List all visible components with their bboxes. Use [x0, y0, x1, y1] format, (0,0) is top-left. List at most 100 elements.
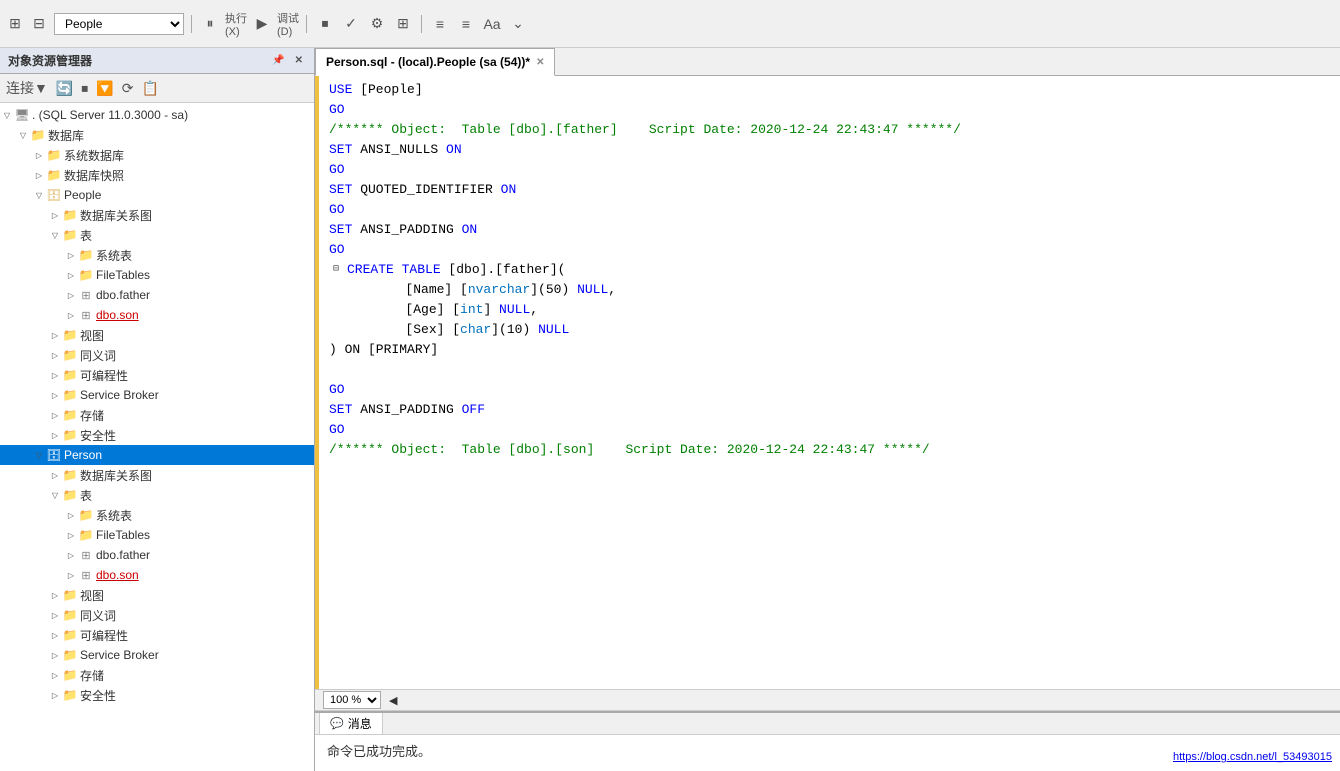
panel-close-icon[interactable]: ✕ — [292, 54, 306, 67]
tree-node-person-filetables[interactable]: ▷ 📁 FileTables — [0, 525, 314, 545]
tree-node-people-prog[interactable]: ▷ 📁 可编程性 — [0, 365, 314, 385]
collapse-marker[interactable]: ⊟ — [329, 260, 343, 280]
format-icon[interactable]: ≡ — [455, 13, 477, 35]
person-prog-expander[interactable]: ▷ — [48, 628, 62, 642]
properties-icon[interactable]: 📋 — [139, 78, 160, 99]
connect-button[interactable]: 连接▼ — [4, 76, 50, 100]
people-prog-icon: 📁 — [62, 367, 78, 383]
tab-close-button[interactable]: ✕ — [536, 57, 544, 68]
tree-node-person-prog[interactable]: ▷ 📁 可编程性 — [0, 625, 314, 645]
tree-node-person-views[interactable]: ▷ 📁 视图 — [0, 585, 314, 605]
person-filetables-expander[interactable]: ▷ — [64, 528, 78, 542]
snapshots-expander[interactable]: ▷ — [32, 168, 46, 182]
sys-dbs-expander[interactable]: ▷ — [32, 148, 46, 162]
people-father-expander[interactable]: ▷ — [64, 288, 78, 302]
tree-node-people-synonyms[interactable]: ▷ 📁 同义词 — [0, 345, 314, 365]
tree-node-snapshots[interactable]: ▷ 📁 数据库快照 — [0, 165, 314, 185]
tree-node-person-security[interactable]: ▷ 📁 安全性 — [0, 685, 314, 705]
debug-label[interactable]: 调试(D) — [277, 13, 299, 35]
person-son-expander[interactable]: ▷ — [64, 568, 78, 582]
tree-node-people-sys-tables[interactable]: ▷ 📁 系统表 — [0, 245, 314, 265]
pin-icon[interactable]: 📌 — [269, 54, 287, 67]
person-security-expander[interactable]: ▷ — [48, 688, 62, 702]
filter-icon[interactable]: 🔽 — [94, 78, 115, 99]
sync-icon[interactable]: ⟳ — [120, 78, 136, 99]
databases-folder-icon: 📁 — [30, 127, 46, 143]
tree-node-people-diagrams[interactable]: ▷ 📁 数据库关系图 — [0, 205, 314, 225]
databases-expander[interactable]: ▽ — [16, 128, 30, 142]
icon1[interactable]: ⊞ — [4, 13, 26, 35]
tree-node-people-broker[interactable]: ▷ 📁 Service Broker — [0, 385, 314, 405]
check-icon[interactable]: ✓ — [340, 13, 362, 35]
tree-node-people-filetables[interactable]: ▷ 📁 FileTables — [0, 265, 314, 285]
people-son-expander[interactable]: ▷ — [64, 308, 78, 322]
zoom-select[interactable]: 100 % — [323, 691, 381, 709]
people-prog-expander[interactable]: ▷ — [48, 368, 62, 382]
sql-editor[interactable]: USE [People] GO /****** Object: Table [d… — [315, 76, 1340, 689]
tab-title: Person.sql - (local).People (sa (54))* — [326, 55, 530, 69]
tree-node-person-tables[interactable]: ▽ 📁 表 — [0, 485, 314, 505]
people-tables-expander[interactable]: ▽ — [48, 228, 62, 242]
tree-node-person-db[interactable]: ▽ 🗄 Person — [0, 445, 314, 465]
tree-node-people-tables[interactable]: ▽ 📁 表 — [0, 225, 314, 245]
parse-icon[interactable]: ⚙ — [366, 13, 388, 35]
root-label: . (SQL Server 11.0.3000 - sa) — [32, 108, 188, 122]
database-selector[interactable]: People — [54, 13, 184, 35]
tree-node-person-diagrams[interactable]: ▷ 📁 数据库关系图 — [0, 465, 314, 485]
refresh-icon[interactable]: 🔄 — [54, 78, 75, 99]
people-filetables-expander[interactable]: ▷ — [64, 268, 78, 282]
person-db-expander[interactable]: ▽ — [32, 448, 46, 462]
zoom-arrow[interactable]: ◀ — [389, 694, 397, 707]
down-icon[interactable]: ⌄ — [507, 13, 529, 35]
people-security-expander[interactable]: ▷ — [48, 428, 62, 442]
people-synonyms-expander[interactable]: ▷ — [48, 348, 62, 362]
root-expander[interactable]: ▽ — [0, 108, 14, 122]
sql-tab[interactable]: Person.sql - (local).People (sa (54))* ✕ — [315, 48, 555, 76]
tree-node-person-father[interactable]: ▷ ⊞ dbo.father — [0, 545, 314, 565]
server-icon: 🖥 — [14, 107, 30, 123]
person-sys-tables-icon: 📁 — [78, 507, 94, 523]
tree-node-sys-dbs[interactable]: ▷ 📁 系统数据库 — [0, 145, 314, 165]
person-father-expander[interactable]: ▷ — [64, 548, 78, 562]
people-views-expander[interactable]: ▷ — [48, 328, 62, 342]
people-tables-icon: 📁 — [62, 227, 78, 243]
tree-node-people-security[interactable]: ▷ 📁 安全性 — [0, 425, 314, 445]
tree-node-person-synonyms[interactable]: ▷ 📁 同义词 — [0, 605, 314, 625]
case-icon[interactable]: Aa — [481, 13, 503, 35]
stop-obj-icon[interactable]: ⏹ — [79, 78, 90, 99]
person-diagrams-expander[interactable]: ▷ — [48, 468, 62, 482]
person-views-expander[interactable]: ▷ — [48, 588, 62, 602]
tree-node-person-sys-tables[interactable]: ▷ 📁 系统表 — [0, 505, 314, 525]
tree-container[interactable]: ▽ 🖥 . (SQL Server 11.0.3000 - sa) ▽ 📁 数据… — [0, 103, 314, 771]
tree-node-person-storage[interactable]: ▷ 📁 存储 — [0, 665, 314, 685]
pause-icon[interactable]: ⏸ — [199, 13, 221, 35]
icon2[interactable]: ⊟ — [28, 13, 50, 35]
person-tables-expander[interactable]: ▽ — [48, 488, 62, 502]
tree-node-people-db[interactable]: ▽ 🗄 People — [0, 185, 314, 205]
person-broker-expander[interactable]: ▷ — [48, 648, 62, 662]
execute-label[interactable]: 执行(X) — [225, 13, 247, 35]
t-ansi-nulls: ANSI_NULLS — [352, 140, 446, 160]
tree-node-person-son[interactable]: ▷ ⊞ dbo.son — [0, 565, 314, 585]
tree-node-person-broker[interactable]: ▷ 📁 Service Broker — [0, 645, 314, 665]
person-storage-expander[interactable]: ▷ — [48, 668, 62, 682]
people-diagrams-expander[interactable]: ▷ — [48, 208, 62, 222]
people-storage-expander[interactable]: ▷ — [48, 408, 62, 422]
person-sys-tables-expander[interactable]: ▷ — [64, 508, 78, 522]
tree-node-people-storage[interactable]: ▷ 📁 存储 — [0, 405, 314, 425]
align-icon[interactable]: ≡ — [429, 13, 451, 35]
run-icon[interactable]: ▶ — [251, 13, 273, 35]
people-sys-tables-expander[interactable]: ▷ — [64, 248, 78, 262]
tree-node-people-views[interactable]: ▷ 📁 视图 — [0, 325, 314, 345]
tree-root[interactable]: ▽ 🖥 . (SQL Server 11.0.3000 - sa) — [0, 105, 314, 125]
people-broker-expander[interactable]: ▷ — [48, 388, 62, 402]
people-storage-label: 存储 — [80, 407, 104, 424]
tree-node-people-son[interactable]: ▷ ⊞ dbo.son — [0, 305, 314, 325]
person-synonyms-expander[interactable]: ▷ — [48, 608, 62, 622]
stop-icon[interactable]: ⏹ — [314, 13, 336, 35]
grid-icon[interactable]: ⊞ — [392, 13, 414, 35]
people-db-expander[interactable]: ▽ — [32, 188, 46, 202]
tree-node-people-father[interactable]: ▷ ⊞ dbo.father — [0, 285, 314, 305]
messages-tab[interactable]: 💬 消息 — [319, 712, 383, 735]
tree-node-databases[interactable]: ▽ 📁 数据库 — [0, 125, 314, 145]
